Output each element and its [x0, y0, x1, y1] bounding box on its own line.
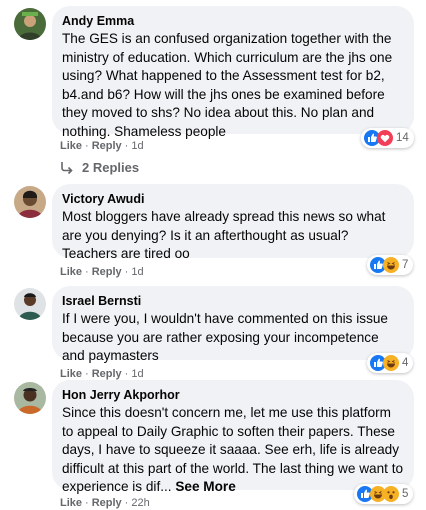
comment-timestamp[interactable]: 1d	[131, 140, 143, 152]
reactions-summary[interactable]: 4	[367, 353, 414, 373]
separator: ·	[124, 266, 129, 278]
haha-icon	[383, 355, 399, 371]
like-button[interactable]: Like	[60, 368, 82, 380]
comment-bubble: Andy Emma The GES is an confused organiz…	[52, 6, 414, 139]
wow-icon	[383, 486, 399, 502]
separator: ·	[85, 368, 89, 380]
user-avatar-icon	[14, 8, 46, 40]
avatar[interactable]	[14, 288, 46, 320]
comment-actions: Like · Reply · 1d	[60, 367, 144, 381]
replies-label: 2 Replies	[82, 160, 140, 175]
reaction-count: 4	[402, 357, 409, 369]
reply-arrow-icon	[61, 161, 73, 174]
reactions-summary[interactable]: 5	[354, 484, 414, 504]
user-avatar-icon	[14, 186, 46, 218]
comment-author[interactable]: Andy Emma	[62, 13, 404, 29]
comment-actions: Like · Reply · 1d	[60, 139, 144, 153]
love-icon	[377, 130, 393, 146]
comment-text: Since this doesn't concern me, let me us…	[62, 404, 404, 497]
user-avatar-icon	[14, 288, 46, 320]
comment-bubble: Victory Awudi Most bloggers have already…	[52, 184, 414, 261]
like-button[interactable]: Like	[60, 140, 82, 152]
like-button[interactable]: Like	[60, 497, 82, 509]
separator: ·	[124, 368, 129, 380]
view-replies-button[interactable]: 2 Replies	[60, 160, 139, 175]
comment-bubble: Israel Bernsti If I were you, I wouldn't…	[52, 286, 414, 363]
reply-button[interactable]: Reply	[92, 140, 122, 152]
comment-actions: Like · Reply · 22h	[60, 496, 150, 510]
reactions-summary[interactable]: 7	[367, 255, 414, 275]
reply-button[interactable]: Reply	[92, 266, 122, 278]
comment-text: If I were you, I wouldn't have commented…	[62, 311, 388, 364]
separator: ·	[124, 140, 129, 152]
like-button[interactable]: Like	[60, 266, 82, 278]
comment-timestamp[interactable]: 1d	[131, 266, 143, 278]
reaction-count: 5	[402, 488, 409, 500]
comment-bubble: Hon Jerry Akporhor Since this doesn't co…	[52, 380, 414, 494]
reaction-count: 14	[396, 132, 409, 144]
user-avatar-icon	[14, 382, 46, 414]
reply-button[interactable]: Reply	[92, 497, 122, 509]
avatar[interactable]	[14, 186, 46, 218]
haha-icon	[383, 257, 399, 273]
separator: ·	[124, 497, 129, 509]
avatar[interactable]	[14, 382, 46, 414]
comment-actions: Like · Reply · 1d	[60, 265, 144, 279]
separator: ·	[85, 140, 89, 152]
separator: ·	[85, 497, 89, 509]
comment-text: Most bloggers have already spread this n…	[62, 209, 386, 262]
see-more-link[interactable]: See More	[175, 479, 235, 494]
comment-author[interactable]: Israel Bernsti	[62, 293, 404, 309]
reply-button[interactable]: Reply	[92, 368, 122, 380]
avatar[interactable]	[14, 8, 46, 40]
comment-timestamp[interactable]: 1d	[131, 368, 143, 380]
comment-timestamp[interactable]: 22h	[131, 497, 149, 509]
comment-author[interactable]: Hon Jerry Akporhor	[62, 387, 404, 403]
comment-author[interactable]: Victory Awudi	[62, 191, 404, 207]
reaction-count: 7	[402, 259, 409, 271]
separator: ·	[85, 266, 89, 278]
reactions-summary[interactable]: 14	[361, 128, 414, 148]
comment-text: The GES is an confused organization toge…	[62, 31, 393, 139]
